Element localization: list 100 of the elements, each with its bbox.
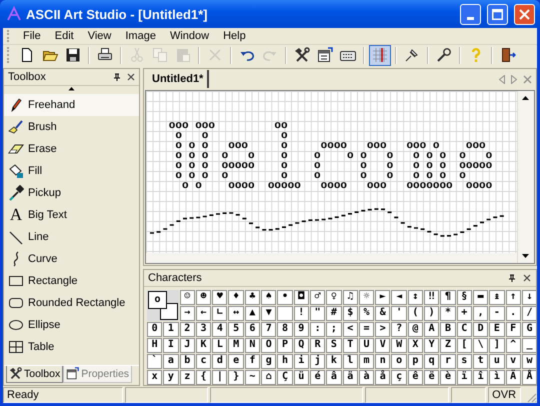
character-key[interactable]: U	[358, 338, 374, 353]
character-key[interactable]: W	[391, 338, 407, 353]
character-key[interactable]: ì	[489, 370, 505, 385]
character-key[interactable]: ♫	[342, 290, 358, 305]
close-button[interactable]	[514, 4, 535, 24]
panel-tab[interactable]: Properties	[63, 366, 132, 383]
pin-icon[interactable]	[112, 72, 122, 82]
character-key[interactable]: C	[456, 322, 472, 337]
character-key[interactable]: P	[277, 338, 293, 353]
character-key[interactable]: ↕	[408, 290, 424, 305]
character-key[interactable]: ^	[506, 338, 521, 353]
character-key[interactable]: v	[506, 354, 521, 369]
character-key[interactable]: ◄	[391, 290, 407, 305]
character-key[interactable]: H	[147, 338, 162, 353]
character-key[interactable]: 6	[244, 322, 260, 337]
character-key[interactable]: ¶	[440, 290, 456, 305]
character-key[interactable]: ]	[489, 338, 505, 353]
character-key[interactable]: ♠	[261, 290, 276, 305]
character-key[interactable]: ♂	[310, 290, 326, 305]
character-key[interactable]: D	[472, 322, 488, 337]
character-key[interactable]: :	[310, 322, 326, 337]
tool-item[interactable]: Freehand	[4, 94, 139, 116]
character-key[interactable]: ↓	[522, 290, 536, 305]
character-key[interactable]: 8	[277, 322, 293, 337]
character-key[interactable]: ,	[472, 306, 488, 321]
character-key[interactable]: _	[522, 338, 536, 353]
character-key[interactable]: •	[277, 290, 293, 305]
character-key[interactable]: 0	[147, 322, 162, 337]
character-key[interactable]: |	[212, 370, 228, 385]
character-key[interactable]: L	[212, 338, 228, 353]
scroll-left-icon[interactable]	[499, 74, 505, 84]
character-key[interactable]: ☻	[196, 290, 212, 305]
character-key[interactable]: o	[391, 354, 407, 369]
scroll-right-icon[interactable]	[511, 74, 517, 84]
tool-item[interactable]: Curve	[4, 248, 139, 270]
character-key[interactable]: ◘	[294, 290, 309, 305]
character-key[interactable]: l	[342, 354, 358, 369]
character-key[interactable]: *	[440, 306, 456, 321]
character-key[interactable]: ☼	[358, 290, 374, 305]
character-key[interactable]: -	[489, 306, 505, 321]
character-key[interactable]: i	[294, 354, 309, 369]
character-key[interactable]: î	[472, 370, 488, 385]
character-key[interactable]: Å	[522, 370, 536, 385]
character-key[interactable]: 2	[180, 322, 195, 337]
character-key[interactable]: §	[456, 290, 472, 305]
character-key[interactable]: ♣	[244, 290, 260, 305]
character-key[interactable]: 9	[294, 322, 309, 337]
character-key[interactable]: )	[424, 306, 440, 321]
character-key[interactable]: '	[391, 306, 407, 321]
character-key[interactable]: 5	[228, 322, 244, 337]
character-key[interactable]: K	[196, 338, 212, 353]
menu-item[interactable]: Help	[216, 28, 253, 43]
character-key[interactable]: ä	[342, 370, 358, 385]
character-key[interactable]: å	[375, 370, 390, 385]
menu-item[interactable]: View	[80, 28, 118, 43]
character-key[interactable]: g	[261, 354, 276, 369]
character-key[interactable]: ‼	[424, 290, 440, 305]
character-key[interactable]: Ç	[277, 370, 293, 385]
character-key[interactable]: 4	[212, 322, 228, 337]
character-key[interactable]: }	[228, 370, 244, 385]
character-key[interactable]: [	[456, 338, 472, 353]
close-icon[interactable]	[522, 272, 532, 283]
close-icon[interactable]	[126, 72, 136, 82]
tool-item[interactable]: Line	[4, 226, 139, 248]
character-key[interactable]: <	[342, 322, 358, 337]
character-key[interactable]: ←	[196, 306, 212, 321]
character-key[interactable]: `	[147, 354, 162, 369]
tool-item[interactable]: Rectangle	[4, 270, 139, 292]
character-key[interactable]: ?	[391, 322, 407, 337]
tool-item[interactable]: Erase	[4, 138, 139, 160]
character-key[interactable]: ♦	[228, 290, 244, 305]
character-key[interactable]: ♀	[326, 290, 342, 305]
tool-item[interactable]: Table	[4, 336, 139, 358]
character-key[interactable]: M	[228, 338, 244, 353]
character-key[interactable]: s	[456, 354, 472, 369]
character-key[interactable]: !	[294, 306, 309, 321]
drawing-canvas[interactable]: ooo ooo oo o o o o o o ooo o oooo ooo ooo o ooo o o o o o o o o o o o o o o o o o o ooooo o o o o o o o ooooo o o o o o o o o o o o o o o oooo ooooo oooo ooo ooooooo oooo	[146, 90, 517, 253]
character-key[interactable]: è	[440, 370, 456, 385]
character-key[interactable]: p	[408, 354, 424, 369]
character-key[interactable]: >	[375, 322, 390, 337]
character-key[interactable]: B	[440, 322, 456, 337]
character-key[interactable]: m	[358, 354, 374, 369]
character-key[interactable]: u	[489, 354, 505, 369]
character-key[interactable]: ♥	[212, 290, 228, 305]
character-key[interactable]: Ä	[506, 370, 521, 385]
character-key[interactable]: e	[228, 354, 244, 369]
character-key[interactable]: I	[163, 338, 179, 353]
foreground-character-swatch[interactable]: o	[148, 290, 167, 309]
character-key[interactable]: ∟	[212, 306, 228, 321]
character-key[interactable]: ▲	[244, 306, 260, 321]
menu-item[interactable]: Image	[118, 28, 163, 43]
scroll-up-icon[interactable]	[68, 86, 75, 91]
character-key[interactable]: w	[522, 354, 536, 369]
tool-item[interactable]: Ellipse	[4, 314, 139, 336]
character-key[interactable]: →	[180, 306, 195, 321]
character-key[interactable]: =	[358, 322, 374, 337]
panel-tab[interactable]: Toolbox	[6, 366, 64, 383]
character-key[interactable]: 7	[261, 322, 276, 337]
character-key[interactable]: ▬	[472, 290, 488, 305]
resize-grip-icon[interactable]	[525, 391, 537, 403]
